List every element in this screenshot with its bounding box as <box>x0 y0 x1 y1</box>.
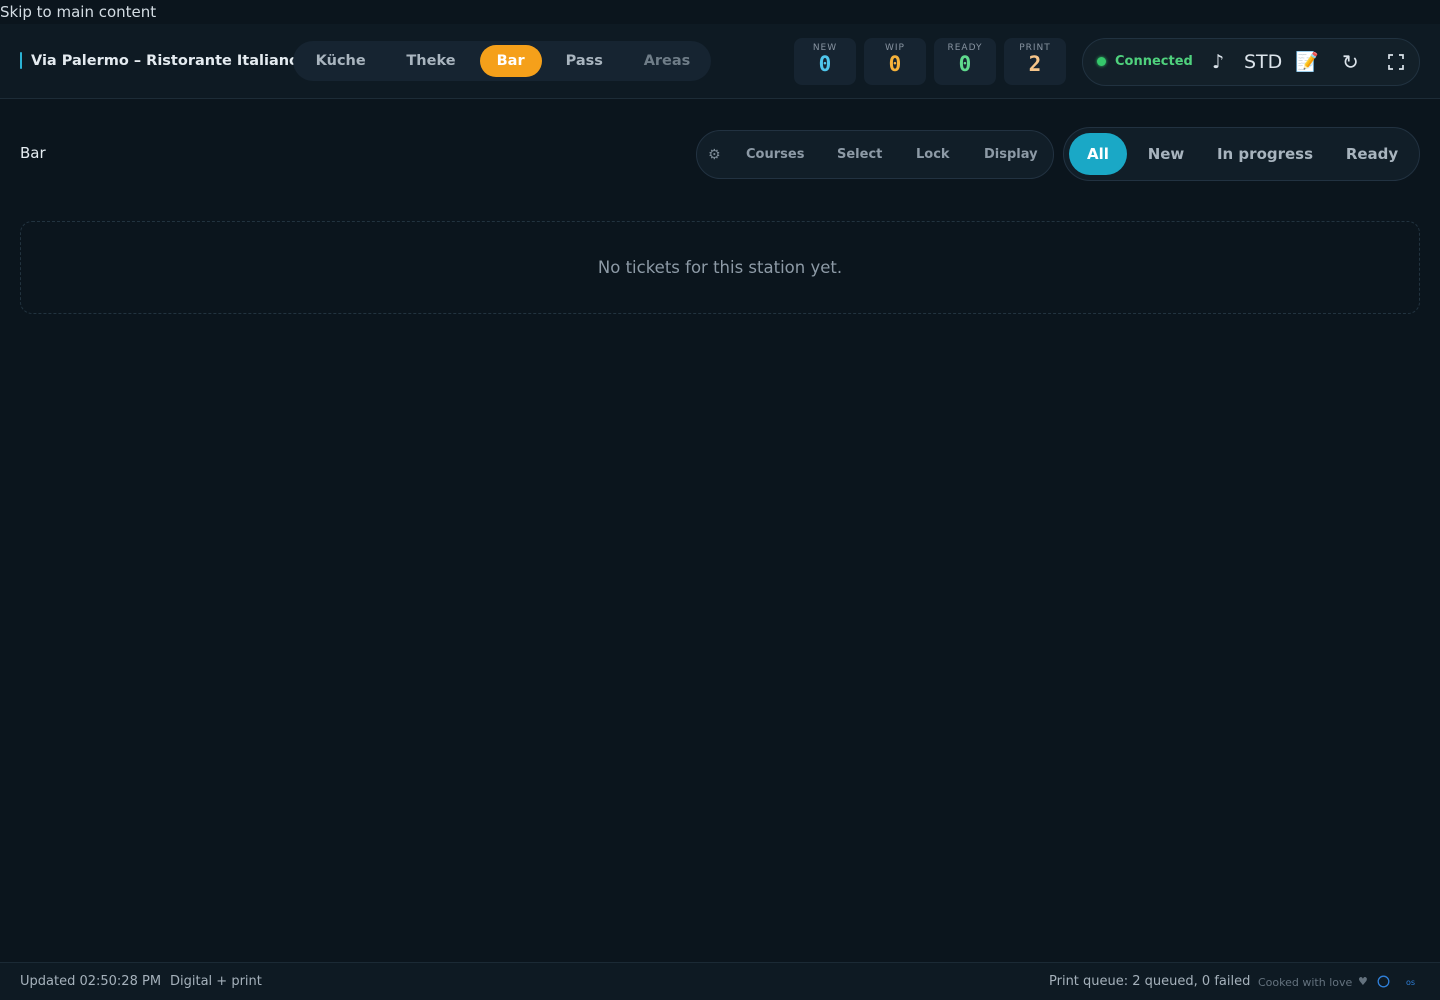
tool-select[interactable]: Select <box>837 147 882 162</box>
tool-courses[interactable]: Courses <box>746 147 804 162</box>
station-tab-theke[interactable]: Theke <box>384 45 477 77</box>
counter-ready-value: 0 <box>958 52 972 76</box>
connection-dot-icon <box>1097 57 1106 66</box>
connection-status: Connected <box>1097 54 1193 69</box>
output-mode: Digital + print <box>170 974 262 989</box>
brand-title: Via Palermo – Ristorante Italiano <box>31 52 300 69</box>
status-filters: All New In progress Ready <box>1063 127 1420 181</box>
skip-to-main-link[interactable]: Skip to main content <box>0 3 156 21</box>
circle-icon <box>1377 975 1390 988</box>
filter-ready[interactable]: Ready <box>1336 133 1408 175</box>
print-queue-status: Print queue: 2 queued, 0 failed <box>1049 974 1251 989</box>
ticket-empty-state: No tickets for this station yet. <box>20 221 1420 314</box>
counter-new: NEW 0 <box>794 38 856 85</box>
os-label: os <box>1406 978 1416 987</box>
status-footer: Updated 02:50:28 PM Digital + print Prin… <box>0 962 1440 1000</box>
tool-display[interactable]: Display <box>984 147 1038 162</box>
sound-toggle-icon[interactable]: ♪ <box>1212 51 1224 73</box>
board-tools: ⚙ Courses Select Lock Display <box>696 130 1054 179</box>
counter-wip-value: 0 <box>888 52 902 76</box>
station-tab-bar[interactable]: Bar <box>479 45 542 77</box>
station-tab-areas[interactable]: Areas <box>627 45 707 77</box>
settings-gear-icon[interactable]: ⚙ <box>708 147 722 163</box>
station-tab-kuche[interactable]: Küche <box>297 45 384 77</box>
notes-icon[interactable]: 📝 <box>1295 50 1319 73</box>
fullscreen-icon[interactable] <box>1388 54 1404 70</box>
page-title: Bar <box>20 144 46 162</box>
station-tab-pass[interactable]: Pass <box>542 45 627 77</box>
counter-print: PRINT 2 <box>1004 38 1066 85</box>
tool-lock[interactable]: Lock <box>916 147 950 162</box>
heart-icon: ♥ <box>1358 975 1368 988</box>
counter-ready: READY 0 <box>934 38 996 85</box>
status-controls: Connected ♪ STD 📝 ↻ <box>1082 38 1420 86</box>
counter-print-value: 2 <box>1028 52 1042 76</box>
display-mode-toggle[interactable]: STD <box>1244 51 1282 73</box>
filter-new[interactable]: New <box>1136 133 1196 175</box>
station-tabs: Küche Theke Bar Pass Areas <box>293 41 711 81</box>
top-header: Via Palermo – Ristorante Italiano Küche … <box>0 24 1440 99</box>
counter-new-value: 0 <box>818 52 832 76</box>
filter-in-progress[interactable]: In progress <box>1210 133 1320 175</box>
ticket-counters: NEW 0 WIP 0 READY 0 PRINT 2 <box>794 38 1066 85</box>
filter-all[interactable]: All <box>1069 133 1127 175</box>
refresh-icon[interactable]: ↻ <box>1342 50 1359 74</box>
connection-status-label: Connected <box>1115 54 1193 69</box>
counter-wip: WIP 0 <box>864 38 926 85</box>
last-updated: Updated 02:50:28 PM <box>20 974 162 989</box>
brand: Via Palermo – Ristorante Italiano <box>20 52 299 69</box>
empty-state-message: No tickets for this station yet. <box>597 257 843 277</box>
brand-accent-bar <box>20 52 22 69</box>
footer-credit: Cooked with love <box>1258 976 1353 989</box>
